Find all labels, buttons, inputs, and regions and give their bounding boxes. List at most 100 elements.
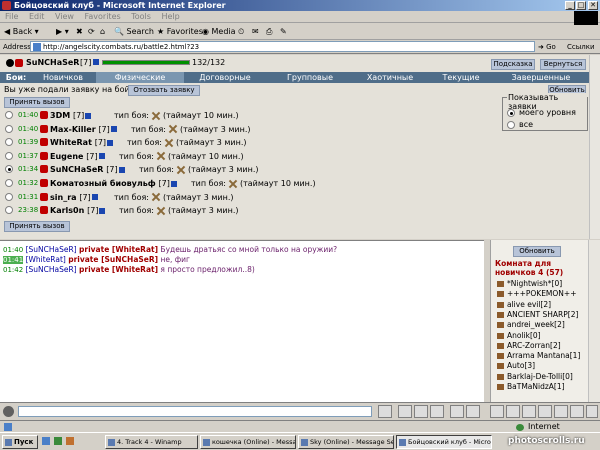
tab-physical[interactable]: Физические xyxy=(96,72,184,83)
fight-row[interactable]: 01:40 3DM [7] тип боя: (таймаут 10 мин.) xyxy=(0,109,500,122)
fight-radio[interactable] xyxy=(5,151,13,160)
maximize-button[interactable]: □ xyxy=(576,1,586,10)
chat-input[interactable] xyxy=(18,406,372,417)
talk-icon[interactable] xyxy=(3,406,14,417)
fight-player[interactable]: WhiteRat [7] xyxy=(50,136,114,149)
room-user[interactable]: Anolik[0] xyxy=(497,331,541,341)
fight-row[interactable]: 01:31 sin_ra [7] тип боя: (таймаут 3 мин.) xyxy=(0,191,500,204)
fight-radio[interactable] xyxy=(5,111,13,119)
favorites-button[interactable]: ★ Favorites xyxy=(157,24,203,40)
history-icon[interactable]: ⏲ xyxy=(238,24,244,40)
settings-icon[interactable] xyxy=(506,405,520,418)
fight-player[interactable]: Max-Killer [7] xyxy=(50,123,117,136)
fight-player[interactable]: 3DM [7] xyxy=(50,109,92,122)
fight-row[interactable]: 01:37 Eugene [7] тип боя: (таймаут 10 мин.) xyxy=(0,150,500,163)
mail-icon[interactable]: ✉ xyxy=(252,24,259,40)
minimize-button[interactable]: _ xyxy=(565,1,575,10)
chat-sender[interactable]: [SuNCHaSeR] xyxy=(26,245,77,254)
tab-newbies[interactable]: Новичков xyxy=(30,72,96,83)
info-icon[interactable] xyxy=(110,126,117,133)
fight-row[interactable]: 01:34 SuNCHaSeR [7] тип боя: (таймаут 3 мин… xyxy=(0,163,500,176)
room-user[interactable]: andrei_week[2] xyxy=(497,320,565,330)
menu-file[interactable]: File xyxy=(5,12,18,21)
clear-icon[interactable] xyxy=(398,405,412,418)
fight-row[interactable]: 01:32 Коматозный биовульф [7] тип боя: (тай… xyxy=(0,177,500,190)
links-label[interactable]: Ссылки xyxy=(567,40,595,54)
scroll-lock-icon[interactable] xyxy=(430,405,444,418)
filter-radio-my-level[interactable] xyxy=(507,109,515,117)
chat-private[interactable]: private [SuNCHaSeR] xyxy=(68,255,158,264)
chat-mode-icon[interactable] xyxy=(522,405,536,418)
fight-row[interactable]: 01:40 Max-Killer [7] тип боя: (таймаут 3 ми… xyxy=(0,123,500,136)
smiles-icon[interactable] xyxy=(490,405,504,418)
fight-radio[interactable] xyxy=(5,179,13,187)
info-icon[interactable] xyxy=(170,180,177,187)
room-user[interactable]: Auto[3] xyxy=(497,361,535,371)
media-button[interactable]: ◉ Media xyxy=(202,24,236,40)
menu-tools[interactable]: Tools xyxy=(131,12,151,21)
accept-challenge-button-top[interactable]: Принять вызов xyxy=(4,97,70,108)
fight-player[interactable]: SuNCHaSeR [7] xyxy=(50,163,125,176)
fight-radio[interactable] xyxy=(5,206,13,215)
fight-radio[interactable] xyxy=(5,165,13,174)
stop-icon[interactable]: ✖ xyxy=(76,24,83,40)
fight-player[interactable]: Коматозный биовульф [7] xyxy=(50,177,177,190)
tab-group[interactable]: Групповые xyxy=(266,72,354,83)
hint-button[interactable]: Подсказка xyxy=(491,59,535,70)
chat-private[interactable]: private [WhiteRat] xyxy=(79,265,158,274)
task-messenger-1[interactable]: кошечка (Online) - Messa... xyxy=(200,435,296,449)
filter-icon[interactable] xyxy=(414,405,428,418)
info-icon[interactable] xyxy=(98,153,105,160)
info-icon[interactable] xyxy=(118,166,125,173)
more-icon[interactable] xyxy=(586,405,598,418)
room-user[interactable]: Arrama Mantana[1] xyxy=(497,351,580,361)
cancel-request-button[interactable]: Отозвать заявку xyxy=(128,85,200,96)
tab-finished[interactable]: Завершенные xyxy=(496,72,586,83)
info-icon[interactable] xyxy=(99,207,106,214)
quicklaunch-ie-icon[interactable] xyxy=(42,437,50,445)
menu-help[interactable]: Help xyxy=(161,12,179,21)
info-icon[interactable] xyxy=(91,194,98,201)
start-button[interactable]: Пуск xyxy=(2,435,38,449)
fight-player[interactable]: Karls0n [7] xyxy=(50,204,106,217)
return-button[interactable]: Вернуться xyxy=(540,59,586,70)
chat-sender[interactable]: [WhiteRat] xyxy=(26,255,66,264)
fight-radio[interactable] xyxy=(5,124,13,133)
info-icon[interactable] xyxy=(93,59,99,65)
task-messenger-2[interactable]: Sky (Online) - Message Se... xyxy=(298,435,394,449)
help-icon[interactable] xyxy=(570,405,584,418)
print-icon[interactable]: ⎙ xyxy=(266,24,272,40)
fight-radio[interactable] xyxy=(5,192,13,201)
page-scrollbar[interactable] xyxy=(589,55,600,239)
task-ie[interactable]: Бойцовский клуб - Micro... xyxy=(396,435,492,449)
fight-player[interactable]: sin_ra [7] xyxy=(50,191,98,204)
tab-agreed[interactable]: Договорные xyxy=(184,72,266,83)
search-button[interactable]: 🔍 Search xyxy=(114,24,154,40)
chat-private[interactable]: private [WhiteRat] xyxy=(79,245,158,254)
room-user[interactable]: ARC-Zorran[2] xyxy=(497,341,561,351)
back-button[interactable]: ◀ Back ▾ xyxy=(4,24,39,40)
quicklaunch-media-icon[interactable] xyxy=(66,437,74,445)
close-button[interactable]: ✕ xyxy=(588,1,598,10)
menu-favorites[interactable]: Favorites xyxy=(85,12,121,21)
accept-challenge-button-bottom[interactable]: Принять вызов xyxy=(4,221,70,232)
menu-view[interactable]: View xyxy=(55,12,74,21)
forward-button[interactable]: ▶ ▾ xyxy=(56,24,69,40)
go-button[interactable]: ➜ Go xyxy=(538,40,556,54)
edit-icon[interactable]: ✎ xyxy=(280,24,287,40)
address-input[interactable]: http://angelscity.combats.ru/battle2.htm… xyxy=(30,41,535,52)
sound-icon[interactable] xyxy=(554,405,568,418)
info-icon[interactable] xyxy=(107,139,114,146)
room-user[interactable]: Barklaj-De-Tolli[0] xyxy=(497,372,573,382)
fight-row[interactable]: 23:38 Karls0n [7] тип боя: (таймаут 3 мин.) xyxy=(0,204,500,217)
tab-current[interactable]: Текущие xyxy=(426,72,496,83)
tab-chaotic[interactable]: Хаотичные xyxy=(354,72,426,83)
menu-edit[interactable]: Edit xyxy=(29,12,45,21)
fight-row[interactable]: 01:39 WhiteRat [7] тип боя: (таймаут 3 мин.… xyxy=(0,136,500,149)
filter-radio-all[interactable] xyxy=(507,121,515,129)
info-icon[interactable] xyxy=(85,112,92,119)
fight-radio[interactable] xyxy=(5,138,13,147)
quicklaunch-desktop-icon[interactable] xyxy=(54,437,62,445)
room-user[interactable]: *Nightwish*[0] xyxy=(497,279,562,289)
refresh-icon[interactable]: ⟳ xyxy=(88,24,95,40)
